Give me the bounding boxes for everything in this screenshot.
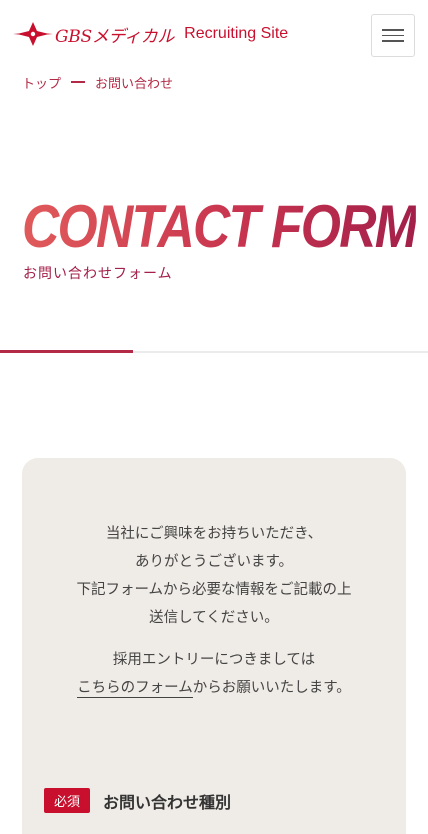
menu-button[interactable] — [371, 14, 415, 57]
star-cross-logo-icon — [13, 22, 53, 46]
progress-accent — [0, 350, 133, 353]
hamburger-icon — [382, 29, 404, 31]
inquiry-type-label: お問い合わせ種別 — [103, 792, 232, 812]
required-badge: 必須 — [44, 788, 91, 813]
inquiry-type-field: 必須 お問い合わせ種別 — [44, 788, 231, 813]
entry-form-link[interactable]: こちらのフォーム — [77, 680, 193, 698]
page-subtitle: お問い合わせフォーム — [23, 266, 173, 282]
breadcrumb-home[interactable]: トップ — [22, 73, 61, 92]
entry-text: 採用エントリーにつきましては こちらのフォームからお願いいたします。 — [77, 652, 351, 698]
brand-name: GBSメディカル — [55, 26, 175, 47]
page-title: CONTACT FORM — [22, 193, 418, 260]
section-divider — [0, 350, 428, 353]
breadcrumb-separator — [71, 81, 86, 83]
site-header: GBSメディカル Recruiting Site — [0, 0, 428, 72]
breadcrumb-current: お問い合わせ — [95, 76, 174, 92]
site-name: Recruiting Site — [184, 25, 289, 42]
intro-text: 当社にご興味をお持ちいただき、 ありがとうございます。 下記フォームから必要な情… — [76, 526, 352, 626]
site-logo[interactable]: GBSメディカル Recruiting Site — [13, 20, 288, 48]
breadcrumb: トップ お問い合わせ — [22, 72, 173, 92]
contact-card: 当社にご興味をお持ちいただき、 ありがとうございます。 下記フォームから必要な情… — [22, 458, 406, 834]
